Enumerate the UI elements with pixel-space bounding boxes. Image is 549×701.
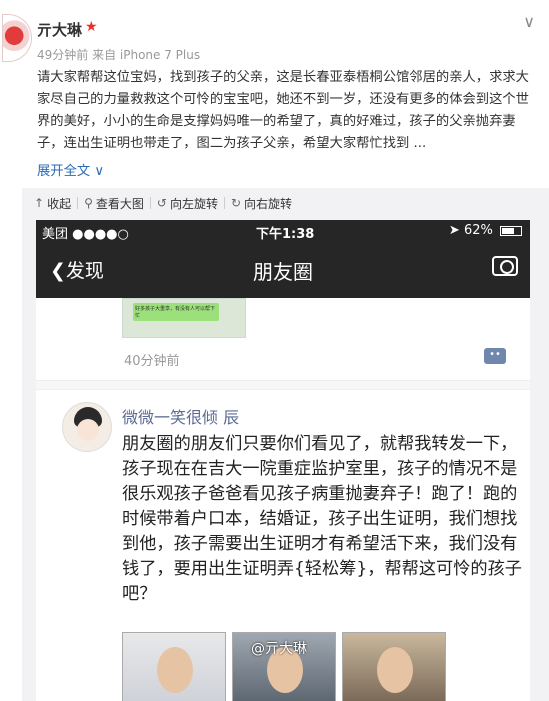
watermark: @亓大琳 (251, 641, 307, 657)
rotate-left-button[interactable]: ↺ 向左旋转 (157, 195, 218, 212)
comment-icon: •• (484, 348, 506, 364)
arrow-up-icon: ↑ (34, 196, 45, 210)
moment-divider (36, 380, 530, 390)
chat-thumbnail: 好多孩子大重享，有没有人可以帮下忙 (122, 298, 246, 338)
view-large-label: 查看大图 (95, 196, 144, 211)
moment-text: 朋友圈的朋友们只要你们看见了，就帮我转发一下，孩子现在在吉大一院重症监护室里，孩… (122, 434, 522, 604)
rotate-left-icon: ↺ (156, 196, 167, 210)
photo-document (122, 632, 226, 701)
post-body: 请大家帮帮这位宝妈，找到孩子的父亲，这是长春亚泰梧桐公馆邻居的亲人，求求大家尽自… (37, 70, 529, 151)
image-toolbar: ↑ 收起 ⚲ 查看大图 ↺ 向左旋转 ↻ 向右旋转 (34, 194, 292, 212)
moment-avatar (62, 402, 112, 452)
rotate-right-label: 向右旋转 (244, 196, 293, 211)
wechat-nav-bar: ❮发现 朋友圈 (36, 242, 530, 298)
previous-moment-time: 40分钟前 (124, 354, 180, 369)
toolbar-divider (77, 197, 79, 209)
magnifier-icon: ⚲ (84, 196, 93, 210)
carrier-signal: 美团 ●●●●○ (42, 227, 129, 242)
rotate-left-label: 向左旋转 (169, 196, 218, 211)
moment-post: 微微一笑很倾 辰 朋友圈的朋友们只要你们看见了，就帮我转发一下，孩子现在在吉大一… (36, 390, 530, 701)
user-avatar[interactable] (2, 14, 32, 62)
toolbar-divider (149, 197, 151, 209)
phone-status-bar: 美团 ●●●●○ 下午1:38 ➤ 62% (36, 220, 530, 242)
previous-moment: 好多孩子大重享，有没有人可以帮下忙 40分钟前 •• (36, 298, 530, 378)
photo-child (342, 632, 446, 701)
toolbar-divider (223, 197, 225, 209)
status-time: 下午1:38 (256, 227, 315, 242)
expand-full-text-link[interactable]: 展开全文 ∨ (37, 160, 104, 179)
collapse-button[interactable]: ↑ 收起 (34, 195, 71, 212)
username[interactable]: 亓大琳 (37, 19, 82, 40)
post-meta: 49分钟前 来自 iPhone 7 Plus (37, 48, 201, 62)
rotate-right-icon: ↻ (230, 196, 242, 210)
battery-icon (500, 225, 522, 236)
face-shape (157, 647, 193, 693)
location-arrow-icon: ➤ (448, 223, 460, 238)
battery-percent: 62% (463, 223, 493, 238)
wechat-screenshot[interactable]: 美团 ●●●●○ 下午1:38 ➤ 62% ❮发现 朋友圈 好多孩子大重享，有没… (36, 220, 530, 701)
chat-bubble: 好多孩子大重享，有没有人可以帮下忙 (133, 303, 219, 321)
battery-status: ➤ 62% (449, 223, 522, 238)
view-large-button[interactable]: ⚲ 查看大图 (84, 195, 144, 212)
camera-icon (492, 256, 518, 276)
moment-author: 微微一笑很倾 辰 (122, 408, 240, 427)
collapse-label: 收起 (47, 196, 72, 211)
media-panel: ↑ 收起 ⚲ 查看大图 ↺ 向左旋转 ↻ 向右旋转 美团 ●●●●○ 下午1:3… (22, 188, 549, 701)
face-shape (377, 647, 413, 693)
verified-star-icon: ★ (85, 19, 98, 35)
chevron-down-icon[interactable]: ∨ (523, 12, 535, 31)
nav-title: 朋友圈 (253, 260, 313, 284)
weibo-post: 亓大琳 ★ ∨ 49分钟前 来自 iPhone 7 Plus 请大家帮帮这位宝妈… (0, 0, 549, 188)
rotate-right-button[interactable]: ↻ 向右旋转 (231, 195, 292, 212)
